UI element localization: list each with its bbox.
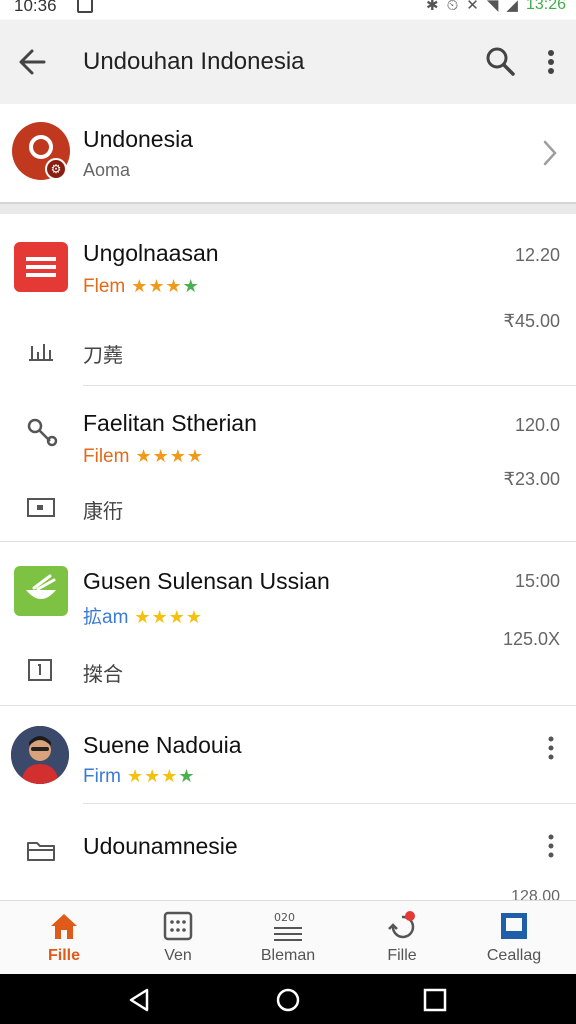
item-category: 拡am (83, 607, 129, 628)
item-title: Suene Nadouia (83, 732, 242, 758)
window-icon (501, 913, 527, 939)
header-subtitle: Aoma (83, 160, 131, 180)
nav-tab-home[interactable]: Fille (16, 907, 112, 971)
more-vert-icon[interactable] (540, 826, 562, 866)
featured-app-header[interactable]: ⚙ Undonesia Aoma (0, 104, 576, 202)
rating-stars: ★★★★ (134, 607, 203, 627)
list-app-icon (14, 242, 68, 292)
section-divider (0, 202, 576, 214)
system-navigation-bar (0, 974, 576, 1024)
mute-icon: ✕ (466, 0, 479, 14)
item-time: 12.20 (514, 245, 560, 265)
card-icon (27, 498, 55, 517)
signal-icon: ◢ (506, 0, 518, 14)
list-item[interactable]: Ungolnaasan Flem ★★★★ 12.20 ₹45.00 刀蕘 (0, 216, 576, 386)
item-category: Flem (83, 276, 126, 297)
overflow-menu-button[interactable] (537, 42, 565, 82)
back-arrow-icon (19, 49, 46, 75)
item-category: Filem (83, 446, 130, 467)
page-title: Undouhan Indonesia (83, 48, 305, 75)
system-back-icon[interactable] (127, 987, 153, 1013)
search-button[interactable] (481, 42, 521, 82)
logo-ring-icon (29, 135, 53, 159)
bluetooth-icon: ✱ (426, 0, 439, 14)
nav-label: Fille (387, 947, 417, 964)
square-one-icon (28, 659, 52, 681)
rating-stars: ★★★★ (131, 276, 200, 296)
more-vert-icon (548, 50, 554, 74)
status-time: 10:36 (14, 0, 57, 15)
item-title: Udounamnesie (83, 833, 238, 859)
item-price: 125.0X (502, 629, 560, 649)
list-icon: 020 (274, 911, 302, 941)
nav-tab-notifications[interactable]: Fille (354, 907, 450, 971)
link-icon (27, 418, 58, 447)
list-item[interactable]: Suene Nadouia Firm ★★★★ (0, 706, 576, 804)
more-vert-icon[interactable] (540, 728, 562, 768)
item-meta: Flem ★★★★ (83, 276, 200, 298)
list-item[interactable]: Gusen Sulensan Ussian 拡am ★★★★ 15:00 125.… (0, 542, 576, 706)
item-price: ₹45.00 (503, 311, 561, 331)
notification-icon (388, 911, 415, 939)
svg-text:020: 020 (274, 911, 295, 924)
item-title: Gusen Sulensan Ussian (83, 568, 330, 594)
gallery-notification-icon (77, 0, 93, 13)
item-time: 15:00 (514, 571, 560, 591)
nav-label: Ceallag (486, 947, 542, 964)
nav-tab-window[interactable]: Ceallag (466, 907, 562, 971)
rating-stars: ★★★★ (126, 766, 196, 786)
item-title: Faelitan Stherian (83, 410, 257, 436)
status-bar: 10:36 ✱ ⏲ ✕ ◥ ◢ 13:26 (0, 0, 576, 18)
item-meta: Firm ★★★★ (83, 766, 196, 788)
item-category: Firm (83, 766, 121, 787)
item-meta: 拡am ★★★★ (83, 602, 203, 629)
status-icons: ✱ ⏲ ✕ ◥ ◢ 13:26 (426, 0, 566, 14)
item-detail: 刀蕘 (83, 345, 123, 367)
nav-tab-grid[interactable]: Ven (130, 907, 226, 971)
nav-label: Ven (164, 947, 192, 964)
search-icon (486, 47, 515, 76)
battery-indicator: 13:26 (525, 0, 566, 13)
back-button[interactable] (14, 42, 54, 82)
item-detail: 康衎 (83, 501, 123, 523)
app-logo: ⚙ (12, 122, 70, 180)
rating-stars: ★★★★ (135, 446, 204, 466)
nav-label: Fille (47, 947, 80, 964)
item-title: Ungolnaasan (83, 240, 219, 266)
system-recents-icon[interactable] (422, 987, 448, 1013)
alarm-icon: ⏲ (446, 0, 459, 14)
item-price: ₹23.00 (503, 469, 561, 489)
item-detail: 搩合 (83, 664, 123, 686)
logo-badge-icon: ⚙ (45, 158, 67, 180)
list-item[interactable]: Udounamnesie 128.00 (0, 804, 576, 905)
item-meta: Filem ★★★★ (83, 446, 204, 468)
system-home-icon[interactable] (275, 987, 301, 1013)
grid-icon (163, 911, 193, 941)
wifi-icon: ◥ (486, 0, 499, 14)
chevron-right-icon[interactable] (540, 138, 560, 168)
folder-icon (27, 842, 55, 861)
header-title: Undonesia (83, 126, 193, 152)
nav-tab-list[interactable]: 020 Bleman (240, 907, 336, 971)
chart-icon (29, 344, 53, 361)
person-avatar (11, 726, 69, 784)
bottom-navigation: Fille Ven 020 Bleman Fille Ceallag (0, 900, 576, 974)
list-item[interactable]: Faelitan Stherian Filem ★★★★ 120.0 ₹23.00… (0, 386, 576, 542)
nav-label: Bleman (260, 947, 316, 964)
bowl-app-icon (14, 566, 68, 616)
item-time: 120.0 (514, 415, 560, 435)
app-bar: Undouhan Indonesia (0, 20, 576, 104)
home-icon (51, 914, 77, 939)
